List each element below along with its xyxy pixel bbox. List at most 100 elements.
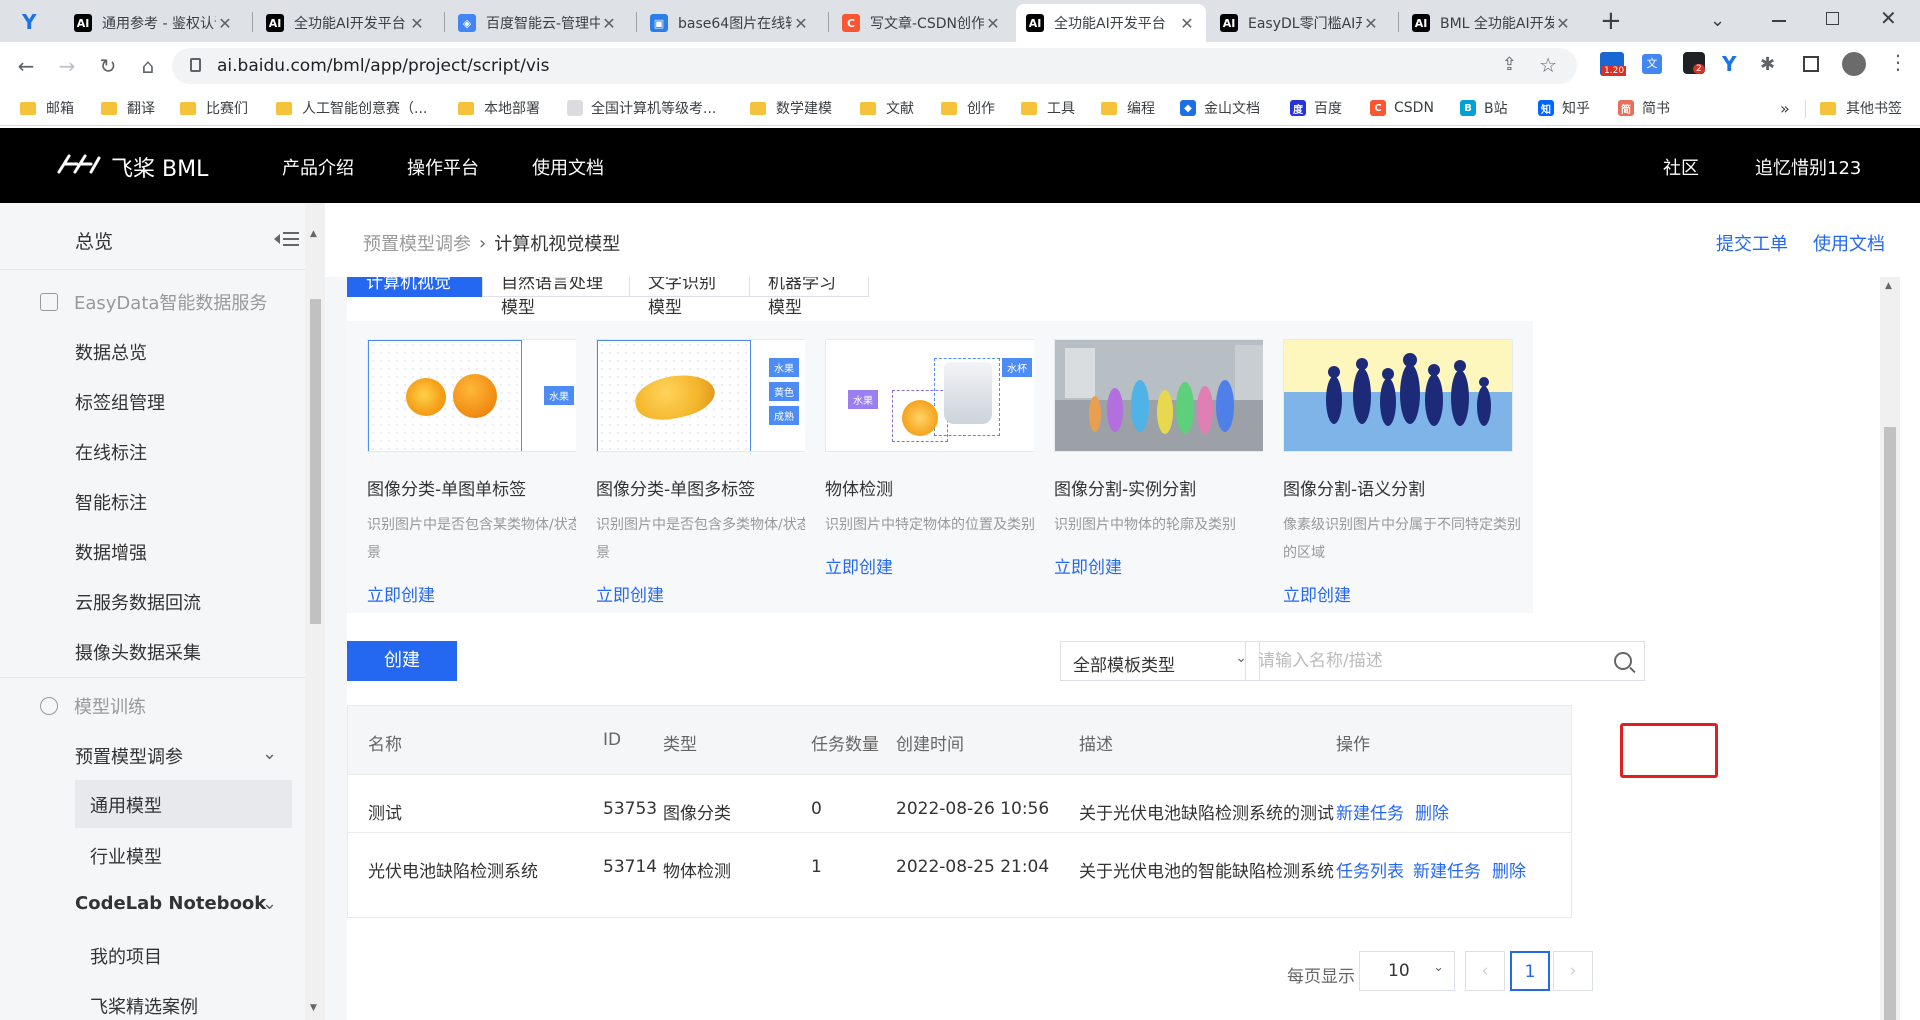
sidebar-item-industry-model[interactable]: 行业模型 [90,843,162,869]
sidebar-item-data-overview[interactable]: 数据总览 [75,339,147,365]
forward-icon[interactable]: → [55,54,79,78]
create-now-link[interactable]: 立即创建 [1054,553,1122,578]
bookmark-link[interactable]: 全国计算机等级考... [567,98,716,118]
collapse-sidebar-icon[interactable] [272,229,300,249]
docs-link[interactable]: 使用文档 [1813,230,1885,256]
address-bar[interactable]: ai.baidu.com/bml/app/project/script/vis … [172,48,1577,84]
browser-menu-icon[interactable]: ⋮ [1888,50,1908,74]
nav-product-intro[interactable]: 产品介绍 [282,154,354,180]
new-tab-icon[interactable]: + [1600,6,1622,36]
bookmark-folder[interactable]: 人工智能创意赛（... [276,98,427,118]
tab-ocr[interactable]: 文字识别模型 [629,277,750,318]
scroll-up-icon[interactable]: ▲ [1885,281,1892,291]
bookmark-folder[interactable]: 工具 [1021,98,1075,118]
browser-menu-icon[interactable]: Y [22,10,44,34]
sidebar-item-featured-cases[interactable]: 飞桨精选案例 [90,993,198,1019]
sidebar-item-general-model[interactable]: 通用模型 [90,792,162,818]
bookmark-link[interactable]: 知知乎 [1538,98,1590,118]
bookmark-folder[interactable]: 数学建模 [750,98,832,118]
scroll-down-icon[interactable]: ▼ [310,1003,317,1013]
create-now-link[interactable]: 立即创建 [367,581,435,606]
browser-tab[interactable]: AI 通用参考 - 鉴权认证 ✕ [64,4,244,42]
bookmark-link[interactable]: B B站 [1460,98,1508,118]
close-tab-icon[interactable]: ✕ [216,14,234,33]
bookmark-folder[interactable]: 本地部署 [458,98,540,118]
close-tab-icon[interactable]: ✕ [792,14,810,33]
new-task-link[interactable]: 新建任务 [1413,857,1481,882]
bookmark-star-icon[interactable]: ☆ [1539,53,1557,77]
close-tab-icon[interactable]: ✕ [408,14,426,33]
tab-machine-learning[interactable]: 机器学习模型 [749,277,869,318]
prev-page-button[interactable]: ‹ [1465,951,1505,991]
new-task-link[interactable]: 新建任务 [1336,799,1404,824]
sidebar-item-camera-collect[interactable]: 摄像头数据采集 [75,639,201,665]
main-scrollbar-thumb[interactable] [1884,427,1896,1020]
extension-icon[interactable]: 1.20 [1600,52,1627,76]
create-now-link[interactable]: 立即创建 [1283,581,1351,606]
page-button-current[interactable]: 1 [1510,951,1550,991]
sidebar-item-data-augment[interactable]: 数据增强 [75,539,147,565]
breadcrumb-parent[interactable]: 预置模型调参 [363,230,471,256]
browser-tab[interactable]: C 写文章-CSDN创作 ✕ [832,4,1012,42]
sidebar-group-easydata[interactable]: EasyData智能数据服务 [40,289,267,315]
task-list-link[interactable]: 任务列表 [1336,857,1404,882]
bookmark-folder[interactable]: 邮箱 [20,98,74,118]
side-panel-icon[interactable] [1803,56,1819,72]
create-now-link[interactable]: 立即创建 [596,581,664,606]
tab-search-chevron-icon[interactable]: ⌄ [1710,10,1725,31]
chevron-down-icon[interactable]: ⌄ [262,893,277,914]
close-tab-icon[interactable]: ✕ [1554,14,1572,33]
delete-link[interactable]: 删除 [1492,857,1526,882]
other-bookmarks[interactable]: 其他书签 [1820,98,1902,118]
sidebar-item-cloud-reflow[interactable]: 云服务数据回流 [75,589,201,615]
nav-platform[interactable]: 操作平台 [407,154,479,180]
template-type-select[interactable]: 全部模板类型 ⌄ [1060,641,1260,681]
scroll-up-icon[interactable]: ▲ [310,229,317,239]
template-card[interactable]: 图像分割-语义分割 像素级识别图片中分属于不同特定类别的区域 立即创建 [1263,321,1533,613]
sidebar-item-preset-tuning[interactable]: 预置模型调参 [75,743,183,769]
tab-computer-vision[interactable]: 计算机视觉模型 [347,277,483,318]
home-icon[interactable]: ⌂ [136,54,160,78]
browser-tab[interactable]: AI EasyDL零门槛AI开 ✕ [1210,4,1390,42]
share-icon[interactable]: ⇪ [1502,54,1517,75]
extension-icon[interactable]: Y [1722,52,1736,76]
close-window-icon[interactable]: ✕ [1880,6,1897,30]
lock-icon[interactable] [190,58,201,72]
sidebar-scrollbar-thumb[interactable] [310,299,321,624]
browser-tab[interactable]: AI 全功能AI开发平台 ✕ [256,4,436,42]
search-icon[interactable] [1614,652,1632,670]
create-now-link[interactable]: 立即创建 [825,553,893,578]
browser-tab-active[interactable]: AI 全功能AI开发平台 ✕ [1016,4,1206,42]
browser-tab[interactable]: ▣ base64图片在线转换 ✕ [640,4,820,42]
nav-docs[interactable]: 使用文档 [532,154,604,180]
minimize-icon[interactable] [1772,20,1786,22]
close-tab-icon[interactable]: ✕ [600,14,618,33]
sidebar-item-online-labeling[interactable]: 在线标注 [75,439,147,465]
bookmark-link[interactable]: ◆ 金山文档 [1180,98,1260,118]
search-box[interactable] [1245,641,1645,681]
sidebar-item-label-groups[interactable]: 标签组管理 [75,389,165,415]
bookmark-folder[interactable]: 翻译 [101,98,155,118]
sidebar-item-codelab[interactable]: CodeLab Notebook [75,893,266,914]
chevron-down-icon[interactable]: ⌄ [262,743,277,764]
close-tab-icon[interactable]: ✕ [1362,14,1380,33]
paddle-bml-logo[interactable]: 飞桨 BML [55,150,208,184]
bookmarks-overflow-icon[interactable]: » [1780,98,1790,118]
back-icon[interactable]: ← [14,54,38,78]
bookmark-folder[interactable]: 创作 [941,98,995,118]
extension-icon[interactable]: 2 [1683,52,1705,74]
bookmark-folder[interactable]: 比赛们 [180,98,248,118]
sidebar-scrollbar[interactable]: ▲ ▼ [305,203,325,1020]
next-page-button[interactable]: › [1553,951,1593,991]
bookmark-link[interactable]: 简简书 [1618,98,1670,118]
close-tab-icon[interactable]: ✕ [984,14,1002,33]
search-input[interactable] [1258,651,1588,671]
sidebar-item-my-projects[interactable]: 我的项目 [90,943,162,969]
browser-tab[interactable]: AI BML 全功能AI开发 ✕ [1402,4,1582,42]
main-scrollbar[interactable]: ▲ [1880,277,1900,1020]
translate-icon[interactable]: 文 [1642,54,1662,74]
delete-link[interactable]: 删除 [1415,799,1449,824]
sidebar-group-model-training[interactable]: 模型训练 [40,693,146,719]
user-name[interactable]: 追忆惜别123 [1755,154,1861,180]
url-text[interactable]: ai.baidu.com/bml/app/project/script/vis [217,56,549,76]
